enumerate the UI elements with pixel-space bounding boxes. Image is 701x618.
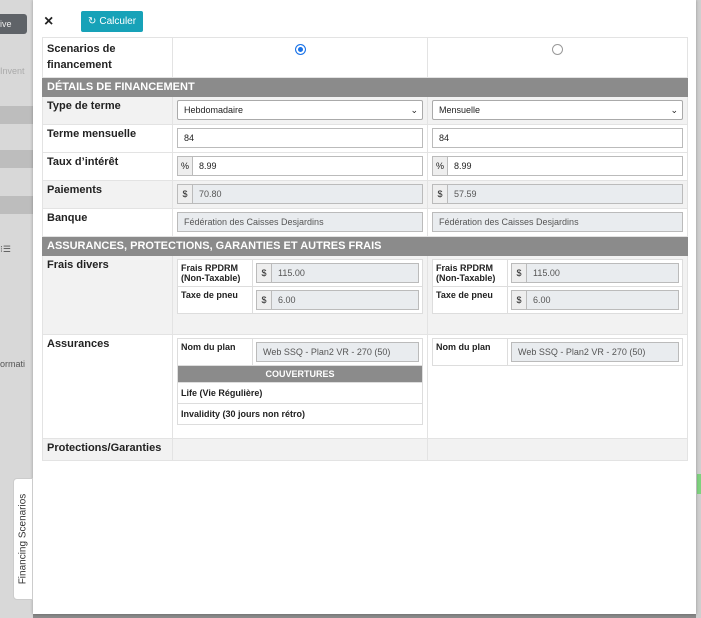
scenario-2-insurance-table: Nom du plan Web SSQ - Plan2 VR - 270 (50… <box>432 338 683 366</box>
coverages-header: COUVERTURES <box>177 365 423 383</box>
financing-scenarios-tab[interactable]: Financing Scenarios <box>13 478 33 600</box>
background-list-icon: ⁝☰ <box>0 244 11 254</box>
scenario-2-rpdrm-field: 115.00 <box>526 263 679 283</box>
background-green-tab[interactable] <box>697 474 701 494</box>
bank-label: Banque <box>42 208 173 237</box>
dollar-icon: $ <box>432 184 447 204</box>
background-dropdown-button[interactable]: ive <box>0 14 27 34</box>
term-months-label: Terme mensuelle <box>42 124 173 153</box>
dollar-icon: $ <box>511 290 526 310</box>
coverage-item: Life (Vie Régulière) <box>177 382 423 404</box>
scenario-2-radio[interactable] <box>552 44 563 55</box>
rpdrm-label: Frais RPDRM <box>436 263 494 273</box>
scenario-2-bank-field: Fédération des Caisses Desjardins <box>432 212 683 232</box>
scenario-1-fees-table: Frais RPDRM (Non-Taxable) $115.00 Taxe de… <box>177 259 423 314</box>
scenario-2-protections-cell <box>427 438 688 461</box>
percent-icon: % <box>432 156 447 176</box>
scenario-1-term-type-value: Hebdomadaire <box>184 105 244 115</box>
insurances-label: Assurances <box>42 334 173 439</box>
background-row <box>0 196 33 214</box>
scenario-2-tire-tax-field: 6.00 <box>526 290 679 310</box>
interest-rate-label: Taux d’intérêt <box>42 152 173 181</box>
calculate-button-label: Calculer <box>99 16 137 27</box>
calculate-button[interactable]: ↻ Calculer <box>81 11 144 32</box>
rpdrm-sublabel: (Non-Taxable) <box>436 273 496 283</box>
scenario-1-insurance-table: Nom du plan Web SSQ - Plan2 VR - 270 (50… <box>177 338 423 425</box>
scenarios-table: Scenarios de financement DÉTAILS DE FINA… <box>42 37 688 461</box>
section-insurances: ASSURANCES, PROTECTIONS, GARANTIES ET AU… <box>42 236 688 256</box>
scenario-1-protections-cell <box>172 438 428 461</box>
section-financing-details: DÉTAILS DE FINANCEMENT <box>42 77 688 97</box>
chevron-down-icon: ⌄ <box>410 105 418 115</box>
scenario-1-plan-field: Web SSQ - Plan2 VR - 270 (50) <box>256 342 419 362</box>
background-row <box>0 106 33 124</box>
dollar-icon: $ <box>256 290 271 310</box>
scenario-1-term-input[interactable]: 84 <box>177 128 423 148</box>
scenario-2-cell <box>427 37 688 78</box>
rpdrm-label: Frais RPDRM <box>181 263 239 273</box>
financing-scenarios-tab-label: Financing Scenarios <box>17 493 29 585</box>
scenario-2-term-input[interactable]: 84 <box>432 128 683 148</box>
scenario-2-plan-field: Web SSQ - Plan2 VR - 270 (50) <box>511 342 679 362</box>
dollar-icon: $ <box>177 184 192 204</box>
scenario-2-term-type-value: Mensuelle <box>439 105 481 115</box>
scenario-1-rpdrm-field: 115.00 <box>271 263 419 283</box>
scenario-2-term-type-select[interactable]: Mensuelle ⌄ <box>432 100 683 120</box>
payments-label: Paiements <box>42 180 173 209</box>
financing-modal: × ↻ Calculer Scenarios de financement DÉT… <box>33 0 696 614</box>
term-type-label: Type de terme <box>42 96 173 125</box>
protections-label: Protections/Garanties <box>42 438 173 461</box>
tire-tax-label: Taxe de pneu <box>432 286 508 314</box>
scenario-2-fees-table: Frais RPDRM (Non-Taxable) $115.00 Taxe de… <box>432 259 683 314</box>
scenario-1-bank-field: Fédération des Caisses Desjardins <box>177 212 423 232</box>
plan-name-label: Nom du plan <box>432 338 508 366</box>
tire-tax-label: Taxe de pneu <box>177 286 253 314</box>
close-icon[interactable]: × <box>44 14 53 30</box>
refresh-icon: ↻ <box>88 16 97 27</box>
chevron-down-icon: ⌄ <box>670 105 678 115</box>
scenario-2-rate-input[interactable]: 8.99 <box>447 156 683 176</box>
scenario-1-cell <box>172 37 428 78</box>
scenario-2-payment-field: 57.59 <box>447 184 683 204</box>
rpdrm-sublabel: (Non-Taxable) <box>181 273 241 283</box>
dollar-icon: $ <box>511 263 526 283</box>
scenario-1-rate-input[interactable]: 8.99 <box>192 156 423 176</box>
scenario-1-radio[interactable] <box>294 44 306 55</box>
scenario-1-payment-field: 70.80 <box>192 184 423 204</box>
scenario-1-tire-tax-field: 6.00 <box>271 290 419 310</box>
misc-fees-label: Frais divers <box>42 255 173 335</box>
background-row <box>0 150 33 168</box>
background-right-edge <box>696 0 701 618</box>
background-side-text: ormati <box>0 359 26 369</box>
scenarios-label: Scenarios de financement <box>42 37 173 78</box>
scenario-1-term-type-select[interactable]: Hebdomadaire ⌄ <box>177 100 423 120</box>
background-faded-text: Invent <box>0 66 25 76</box>
dollar-icon: $ <box>256 263 271 283</box>
coverage-item: Invalidity (30 jours non rétro) <box>177 403 423 425</box>
plan-name-label: Nom du plan <box>177 338 253 366</box>
percent-icon: % <box>177 156 192 176</box>
